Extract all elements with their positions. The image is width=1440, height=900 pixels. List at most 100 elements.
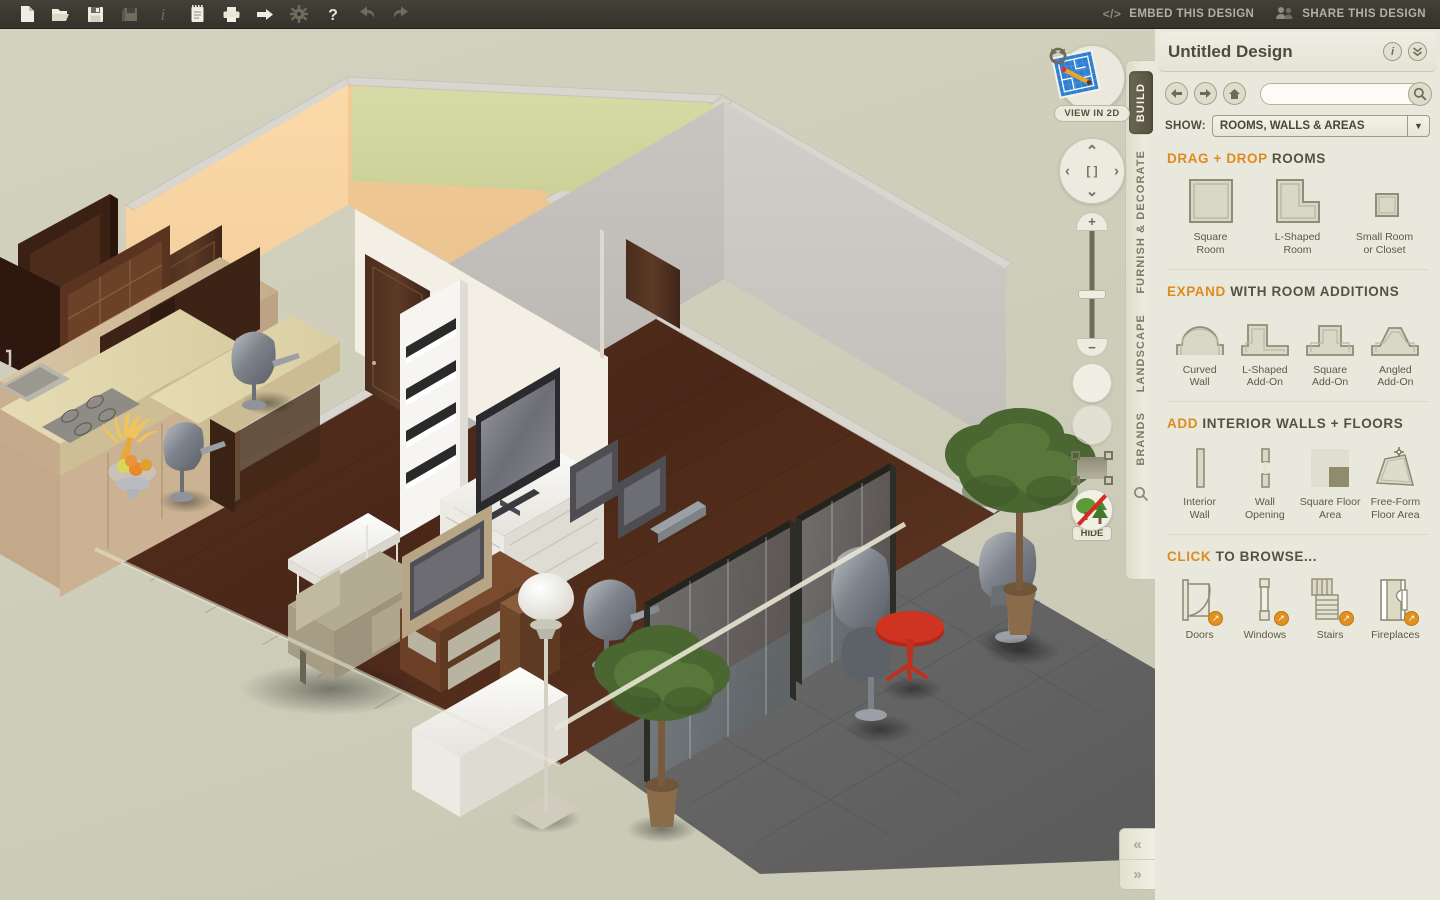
hide-landscape-control: HIDE <box>1047 489 1137 541</box>
zoom-out-button[interactable]: − <box>1076 338 1108 357</box>
item-label: Fireplaces <box>1371 628 1420 641</box>
design-info-button[interactable]: i <box>1383 42 1402 61</box>
section-expand-room-additions: EXPAND WITH ROOM ADDITIONS Curved Wall L… <box>1155 270 1440 403</box>
pan-left-button[interactable]: ‹ <box>1065 163 1070 180</box>
item-windows[interactable]: ↗ Windows <box>1232 572 1297 642</box>
panel-header-buttons: i <box>1383 42 1427 61</box>
zoom-slider-handle[interactable] <box>1078 290 1106 299</box>
undo-icon[interactable] <box>350 1 384 28</box>
item-square-add-on[interactable]: Square Add-On <box>1298 307 1363 390</box>
item-label: Doors <box>1185 628 1214 641</box>
rotate-left-button[interactable] <box>1049 47 1112 403</box>
search-button[interactable] <box>1408 81 1432 106</box>
embed-this-design-button[interactable]: </> EMBED THIS DESIGN <box>1103 7 1255 21</box>
nav-back-button[interactable] <box>1165 82 1188 105</box>
code-brackets-icon: </> <box>1102 7 1122 21</box>
small-room-icon <box>1341 174 1428 226</box>
zoom-slider[interactable]: + − <box>1072 212 1112 357</box>
nav-home-button[interactable] <box>1223 82 1246 105</box>
app-root: i ? </> EMBED THIS DESIGN SHARE THIS DES… <box>0 0 1440 900</box>
item-l-shaped-add-on[interactable]: L-Shaped Add-On <box>1232 307 1297 390</box>
door-icon: ↗ <box>1167 572 1232 626</box>
square-floor-area-icon <box>1298 439 1363 491</box>
item-label: Interior Wall <box>1183 496 1216 521</box>
collapse-next-button[interactable]: » <box>1120 859 1155 889</box>
browse-badge-icon: ↗ <box>1273 610 1289 626</box>
chevron-down-icon[interactable]: ▼ <box>1407 116 1429 136</box>
browse-badge-icon: ↗ <box>1338 610 1354 626</box>
show-filter-row: SHOW: ROOMS, WALLS & AREAS ▼ <box>1155 105 1440 137</box>
export-icon[interactable] <box>248 1 282 28</box>
heading-rest: INTERIOR WALLS + FLOORS <box>1202 416 1404 432</box>
settings-gear-icon[interactable] <box>282 1 316 28</box>
design-canvas-3d[interactable]: VIEW IN 2D ⌃ ⌄ ‹ › [ ] + − HIDE <box>0 29 1155 900</box>
item-stairs[interactable]: ↗ Stairs <box>1298 572 1363 642</box>
item-label: Angled Add-On <box>1377 363 1414 389</box>
item-square-floor-area[interactable]: Square Floor Area <box>1298 439 1363 522</box>
hide-trees-icon <box>1076 493 1108 526</box>
design-title: Untitled Design <box>1168 41 1293 61</box>
svg-text:i: i <box>161 5 166 23</box>
l-shaped-addon-icon <box>1232 307 1297 359</box>
collapse-prev-button[interactable]: « <box>1120 829 1155 859</box>
search-input[interactable] <box>1260 82 1430 105</box>
item-small-room-or-closet[interactable]: Small Room or Closet <box>1341 174 1428 257</box>
section-items: Interior Wall Wall Opening Square Floor … <box>1167 439 1428 522</box>
l-shaped-room-icon <box>1254 174 1341 226</box>
frame-corner-br-icon <box>1104 476 1113 485</box>
interior-wall-icon <box>1167 439 1232 491</box>
browse-badge-icon: ↗ <box>1208 610 1224 626</box>
curved-wall-icon <box>1167 307 1232 359</box>
nav-forward-button[interactable] <box>1194 82 1217 105</box>
pan-down-button[interactable]: ⌄ <box>1086 182 1099 200</box>
print-icon[interactable] <box>214 1 248 28</box>
redo-icon[interactable] <box>384 1 418 28</box>
section-heading: ADD INTERIOR WALLS + FLOORS <box>1167 416 1428 431</box>
item-angled-add-on[interactable]: Angled Add-On <box>1363 307 1428 390</box>
view-in-2d-label[interactable]: VIEW IN 2D <box>1054 105 1130 122</box>
item-label: Square Room <box>1193 231 1228 256</box>
info-icon[interactable]: i <box>146 1 180 28</box>
hide-landscape-button[interactable] <box>1071 489 1113 531</box>
section-items: Curved Wall L-Shaped Add-On Square Add-O… <box>1167 307 1428 390</box>
item-interior-wall[interactable]: Interior Wall <box>1167 439 1232 522</box>
zoom-in-button[interactable]: + <box>1076 212 1108 231</box>
notes-icon[interactable] <box>180 1 214 28</box>
share-this-design-button[interactable]: SHARE THIS DESIGN <box>1276 6 1426 23</box>
open-folder-icon[interactable] <box>44 1 78 28</box>
item-label: Free-Form Floor Area <box>1370 496 1421 521</box>
zoom-slider-track[interactable] <box>1089 228 1095 348</box>
recenter-button[interactable]: [ ] <box>1086 164 1097 178</box>
rotate-cw-icon <box>1049 47 1067 65</box>
item-label: L-Shaped Room <box>1274 231 1321 256</box>
pan-up-button[interactable]: ⌃ <box>1086 142 1099 160</box>
item-free-form-floor-area[interactable]: Free-Form Floor Area <box>1363 439 1428 522</box>
angled-addon-icon <box>1363 307 1428 359</box>
panel-expand-button[interactable] <box>1408 42 1427 61</box>
show-label: SHOW: <box>1165 120 1206 132</box>
section-items: Square Room L-Shaped Room Small Room or … <box>1167 174 1428 257</box>
item-doors[interactable]: ↗ Doors <box>1167 572 1232 642</box>
fit-to-screen-button[interactable] <box>1069 451 1115 485</box>
panel-nav-row <box>1155 72 1440 106</box>
show-select-value: ROOMS, WALLS & AREAS <box>1219 120 1365 132</box>
item-l-shaped-room[interactable]: L-Shaped Room <box>1254 174 1341 257</box>
item-square-room[interactable]: Square Room <box>1167 174 1254 257</box>
toolbar-icon-group: i ? <box>0 1 418 28</box>
pan-right-button[interactable]: › <box>1114 163 1119 180</box>
help-icon[interactable]: ? <box>316 1 350 28</box>
pan-dpad[interactable]: ⌃ ⌄ ‹ › [ ] <box>1059 138 1125 204</box>
section-drag-drop-rooms: DRAG + DROP ROOMS Square Room L-Shaped R… <box>1155 137 1440 270</box>
item-curved-wall[interactable]: Curved Wall <box>1167 307 1232 390</box>
frame-corner-tr-icon <box>1104 451 1113 460</box>
item-fireplaces[interactable]: ↗ Fireplaces <box>1363 572 1428 642</box>
new-document-icon[interactable] <box>10 1 44 28</box>
rotate-right-button[interactable] <box>1049 47 1112 445</box>
item-wall-opening[interactable]: Wall Opening <box>1232 439 1297 522</box>
heading-highlight: ADD <box>1167 416 1199 432</box>
show-select[interactable]: ROOMS, WALLS & AREAS ▼ <box>1211 115 1430 137</box>
section-heading: CLICK TO BROWSE... <box>1167 549 1428 564</box>
panel-search <box>1260 81 1432 106</box>
save-as-icon[interactable] <box>112 1 146 28</box>
save-icon[interactable] <box>78 1 112 28</box>
